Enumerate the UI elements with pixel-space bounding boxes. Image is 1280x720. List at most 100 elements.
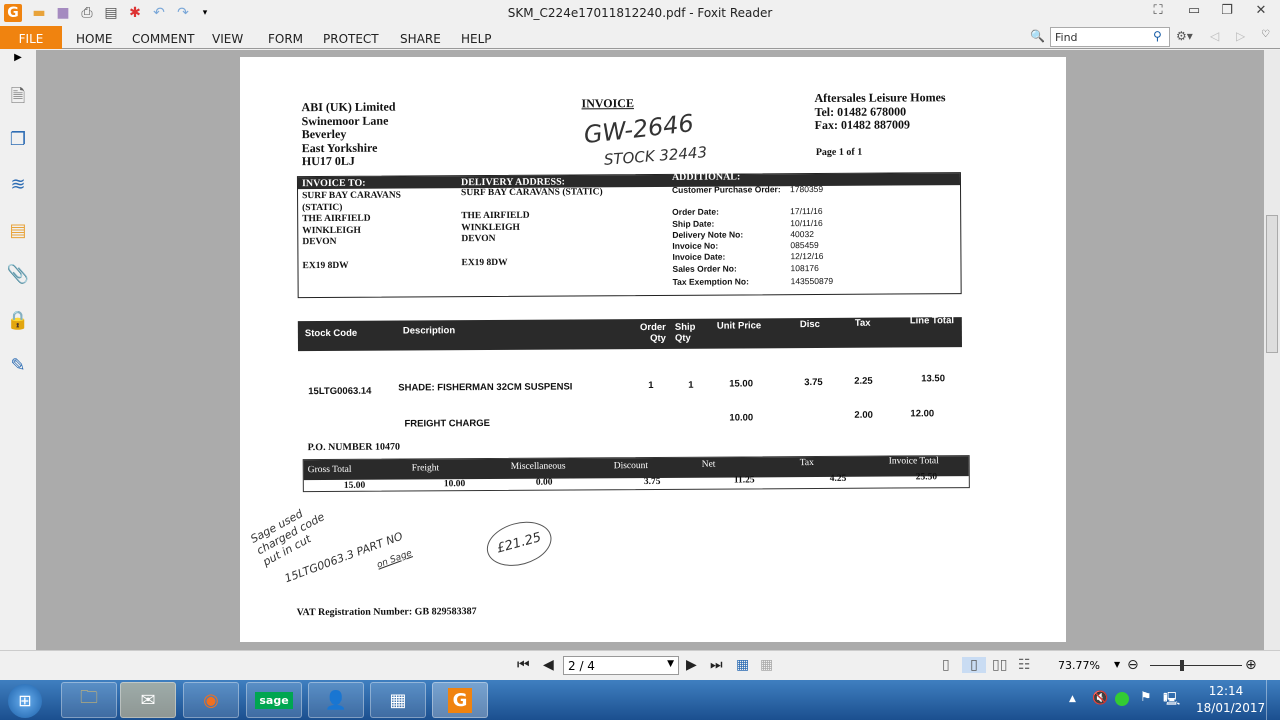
tab-form[interactable]: FORM xyxy=(268,26,303,49)
zoom-out-button[interactable]: ⊖ xyxy=(1127,657,1139,673)
restore-button[interactable]: ❐ xyxy=(1216,3,1238,21)
settings-gear-icon[interactable]: ⚙▾ xyxy=(1176,29,1193,43)
vat-registration: VAT Registration Number: GB 829583387 xyxy=(296,606,477,619)
handwritten-reference: GW-2646 xyxy=(582,109,696,150)
window-title: SKM_C224e17011812240.pdf - Foxit Reader xyxy=(507,6,773,20)
volume-muted-icon[interactable]: 🔇 xyxy=(1092,691,1108,706)
address-box: INVOICE TO: DELIVERY ADDRESS: ADDITIONAL… xyxy=(296,171,963,299)
additional-label: ADDITIONAL: xyxy=(671,171,741,183)
show-hidden-icons[interactable]: ▲ xyxy=(1069,694,1076,704)
explorer-taskbar-icon[interactable]: 🗀 xyxy=(61,682,117,718)
minimize-button[interactable]: ▭ xyxy=(1183,3,1205,21)
last-page-button[interactable]: ⏭ xyxy=(710,657,723,673)
firefox-taskbar-icon[interactable]: ◉ xyxy=(183,682,239,718)
zoom-dropdown-icon[interactable]: ▼ xyxy=(1114,660,1120,669)
foxit-taskbar-icon[interactable]: G xyxy=(432,682,488,718)
action-center-flag-icon[interactable]: ⚑ xyxy=(1140,690,1152,705)
find-folder-icon[interactable]: 🔍 xyxy=(1030,29,1045,43)
additional-value: 12/12/16 xyxy=(790,251,824,262)
attachments-icon[interactable]: 📎 xyxy=(6,264,30,288)
clock-time: 12:14 xyxy=(1208,684,1244,698)
totals-value: 15.00 xyxy=(343,480,366,491)
totals-header: Tax xyxy=(799,458,814,469)
totals-value: 10.00 xyxy=(443,479,466,490)
close-button[interactable]: ✕ xyxy=(1250,3,1272,21)
status-green-icon[interactable] xyxy=(1115,692,1129,706)
clock[interactable]: 12:14 18/01/2017 xyxy=(1196,683,1265,717)
tab-home[interactable]: HOME xyxy=(76,26,112,49)
totals-value: 0.00 xyxy=(535,478,553,489)
start-button[interactable]: ⊞ xyxy=(8,684,42,718)
taskbar: ⊞ 🗀 ✉ ◉ sage 👤 ▦ G ▲ 🔇 ⚑ 🖳 12:14 18/01/20… xyxy=(0,680,1280,720)
layers-icon[interactable]: ≋ xyxy=(6,174,30,198)
collapse-ribbon-icon[interactable]: ♡ xyxy=(1261,29,1270,40)
expand-panel-icon[interactable]: ▶ xyxy=(6,52,30,76)
zoom-in-button[interactable]: ⊕ xyxy=(1245,657,1257,673)
line-items-header: Stock Code Description Order Qty Ship Qt… xyxy=(297,315,962,352)
additional-value: 17/11/16 xyxy=(790,206,823,217)
additional-key: Delivery Note No: xyxy=(672,229,744,240)
network-icon[interactable]: 🖳 xyxy=(1163,690,1180,712)
comments-icon[interactable]: ▤ xyxy=(6,220,30,244)
zoom-slider-handle[interactable] xyxy=(1180,660,1184,671)
tab-view[interactable]: VIEW xyxy=(212,26,243,49)
navigation-panel: ▶ 🗎 ❐ ≋ ▤ 📎 🔒 ✎ xyxy=(0,50,36,650)
previous-view-icon[interactable]: ▦ xyxy=(736,657,749,673)
search-icon[interactable]: ⚲ xyxy=(1153,29,1162,43)
additional-row: Customer Purchase Order: 1780359 xyxy=(672,183,962,196)
page-number-input[interactable]: 2 / 4 ▼ xyxy=(563,656,679,675)
signature-icon[interactable]: ✎ xyxy=(6,355,30,379)
col-unit-price: Unit Price xyxy=(716,320,762,332)
find-input[interactable]: Find xyxy=(1050,27,1170,47)
totals-table: Gross Total 15.00 Freight 10.00 Miscellaneou… xyxy=(302,455,970,493)
next-result-icon[interactable]: ▷ xyxy=(1236,29,1245,43)
zoom-level[interactable]: 73.77% xyxy=(1058,659,1100,672)
next-view-icon[interactable]: ▦ xyxy=(760,657,773,673)
single-page-icon[interactable]: ▯ xyxy=(942,657,950,673)
previous-page-button[interactable]: ◀ xyxy=(543,657,554,673)
security-lock-icon[interactable]: 🔒 xyxy=(6,310,30,334)
tab-help[interactable]: HELP xyxy=(461,26,492,49)
totals-value: 3.75 xyxy=(643,476,661,487)
fullscreen-icon[interactable]: ⛶ xyxy=(1147,3,1169,21)
tab-protect[interactable]: PROTECT xyxy=(323,26,379,49)
totals-header: Freight xyxy=(411,463,440,474)
delivery-label: DELIVERY ADDRESS: xyxy=(460,176,566,189)
invoice-to-address: SURF BAY CARAVANS (STATIC) THE AIRFIELD WIN… xyxy=(302,190,401,271)
line-item-row: FREIGHT CHARGE 10.00 2.00 12.00 xyxy=(404,408,935,430)
first-page-button[interactable]: ⏮ xyxy=(517,657,530,673)
customer-contact: Aftersales Leisure Homes Tel: 01482 67800… xyxy=(814,90,946,133)
next-page-button[interactable]: ▶ xyxy=(686,657,697,673)
previous-result-icon[interactable]: ◁ xyxy=(1210,29,1219,43)
scrollbar-thumb[interactable] xyxy=(1266,215,1278,353)
status-bar: ⏮ ◀ 2 / 4 ▼ ▶ ⏭ ▦ ▦ ▯ ▯ ▯▯ ☷ 73.77% ▼ ⊖ ⊕ xyxy=(0,650,1280,680)
totals-header: Discount xyxy=(613,460,649,471)
additional-row: Tax Exemption No: 143550879 xyxy=(673,275,963,288)
col-stock-code: Stock Code xyxy=(304,327,358,340)
additional-key: Customer Purchase Order: xyxy=(671,184,781,195)
facing-pages-icon[interactable]: ▯▯ xyxy=(992,657,1007,673)
title-bar: G ▬ ■ ⎙ ▤ ✱ ↶ ↷ ▾ SKM_C224e17011812240.p… xyxy=(0,0,1280,26)
tab-comment[interactable]: COMMENT xyxy=(132,26,194,49)
zoom-slider[interactable] xyxy=(1150,665,1242,666)
additional-value: 10/11/16 xyxy=(790,217,823,228)
tab-share[interactable]: SHARE xyxy=(400,26,441,49)
app-taskbar-icon[interactable]: ▦ xyxy=(370,682,426,718)
tab-file[interactable]: FILE xyxy=(0,26,62,49)
show-desktop-button[interactable] xyxy=(1266,680,1280,720)
sage-taskbar-icon[interactable]: sage xyxy=(246,682,302,718)
delivery-address: SURF BAY CARAVANS (STATIC) THE AIRFIELD W… xyxy=(461,187,603,268)
pages-icon[interactable]: ❐ xyxy=(6,129,30,153)
outlook-taskbar-icon[interactable]: ✉ xyxy=(120,682,176,718)
page-count: Page 1 of 1 xyxy=(815,146,863,159)
additional-key: Ship Date: xyxy=(672,218,715,229)
additional-value: 40032 xyxy=(790,228,814,240)
additional-row: Sales Order No: 108176 xyxy=(672,262,962,275)
po-number: P.O. NUMBER 10470 xyxy=(307,441,401,454)
invoice-title: INVOICE xyxy=(581,96,634,111)
continuous-facing-icon[interactable]: ☷ xyxy=(1018,657,1031,673)
bookmarks-icon[interactable]: 🗎 xyxy=(6,84,30,108)
pdf-page: ABI (UK) Limited Swinemoor Lane Beverley Ea… xyxy=(240,57,1066,642)
continuous-page-icon[interactable]: ▯ xyxy=(962,657,986,673)
contacts-taskbar-icon[interactable]: 👤 xyxy=(308,682,364,718)
